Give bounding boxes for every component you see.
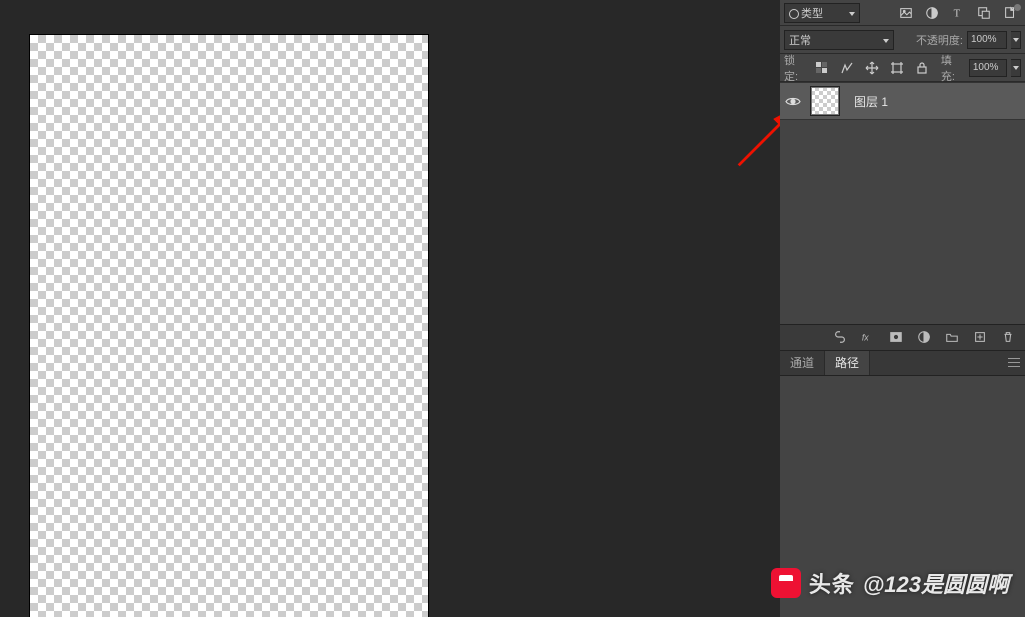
- filter-type-text-icon[interactable]: T: [947, 2, 969, 24]
- link-layers-icon[interactable]: [831, 328, 849, 346]
- layer-filter-row: 类型 T: [780, 0, 1025, 26]
- layer-row[interactable]: 图层 1: [780, 82, 1025, 120]
- layer-thumbnail[interactable]: [810, 86, 840, 116]
- layer-mask-icon[interactable]: [887, 328, 905, 346]
- opacity-value: 100%: [971, 34, 997, 45]
- fill-label: 填充:: [941, 52, 965, 84]
- fill-field[interactable]: 100%: [969, 59, 1008, 77]
- layer-fx-icon[interactable]: fx: [859, 328, 877, 346]
- svg-text:fx: fx: [862, 333, 869, 343]
- blend-mode-dropdown[interactable]: 正常: [784, 30, 894, 50]
- layers-panel: 类型 T 正常 不透明度: 100% 锁定:: [780, 0, 1025, 617]
- filter-type-label: 类型: [801, 5, 823, 21]
- panel-menu-icon[interactable]: [1003, 351, 1025, 375]
- lock-label: 锁定:: [784, 52, 808, 84]
- watermark: 头条 @123是圆圆啊: [771, 567, 1009, 599]
- tab-paths[interactable]: 路径: [825, 351, 870, 375]
- opacity-label: 不透明度:: [916, 32, 963, 48]
- filter-pixel-icon[interactable]: [895, 2, 917, 24]
- lock-fill-row: 锁定: 填充: 100%: [780, 54, 1025, 82]
- filter-toggle-switch[interactable]: [1014, 4, 1021, 11]
- tab-channels[interactable]: 通道: [780, 351, 825, 375]
- watermark-handle: @123是圆圆啊: [863, 567, 1009, 599]
- fill-value: 100%: [973, 62, 999, 73]
- tab-channels-label: 通道: [790, 354, 814, 371]
- visibility-toggle[interactable]: [780, 96, 806, 107]
- layers-bottom-toolbar: fx: [780, 324, 1025, 350]
- secondary-panel-tabs: 通道 路径: [780, 350, 1025, 376]
- lock-position-icon[interactable]: [862, 57, 883, 79]
- tab-paths-label: 路径: [835, 354, 859, 371]
- document-workspace[interactable]: [0, 0, 780, 617]
- blend-mode-value: 正常: [789, 32, 811, 48]
- layer-name[interactable]: 图层 1: [844, 93, 888, 110]
- opacity-field[interactable]: 100%: [967, 31, 1007, 49]
- lock-all-icon[interactable]: [912, 57, 933, 79]
- lock-artboard-icon[interactable]: [887, 57, 908, 79]
- layers-list[interactable]: 图层 1: [780, 82, 1025, 324]
- svg-text:T: T: [954, 8, 961, 19]
- fill-dropdown-caret[interactable]: [1011, 59, 1021, 77]
- group-icon[interactable]: [943, 328, 961, 346]
- lock-image-icon[interactable]: [837, 57, 858, 79]
- lock-transparency-icon[interactable]: [812, 57, 833, 79]
- opacity-dropdown-caret[interactable]: [1011, 31, 1021, 49]
- canvas-transparent[interactable]: [30, 35, 428, 617]
- watermark-source: 头条: [809, 567, 855, 599]
- filter-adjustment-icon[interactable]: [921, 2, 943, 24]
- filter-type-dropdown[interactable]: 类型: [784, 3, 860, 23]
- new-layer-icon[interactable]: [971, 328, 989, 346]
- blend-opacity-row: 正常 不透明度: 100%: [780, 26, 1025, 54]
- delete-layer-icon[interactable]: [999, 328, 1017, 346]
- filter-shape-icon[interactable]: [973, 2, 995, 24]
- watermark-badge-icon: [771, 568, 801, 598]
- adjustment-layer-icon[interactable]: [915, 328, 933, 346]
